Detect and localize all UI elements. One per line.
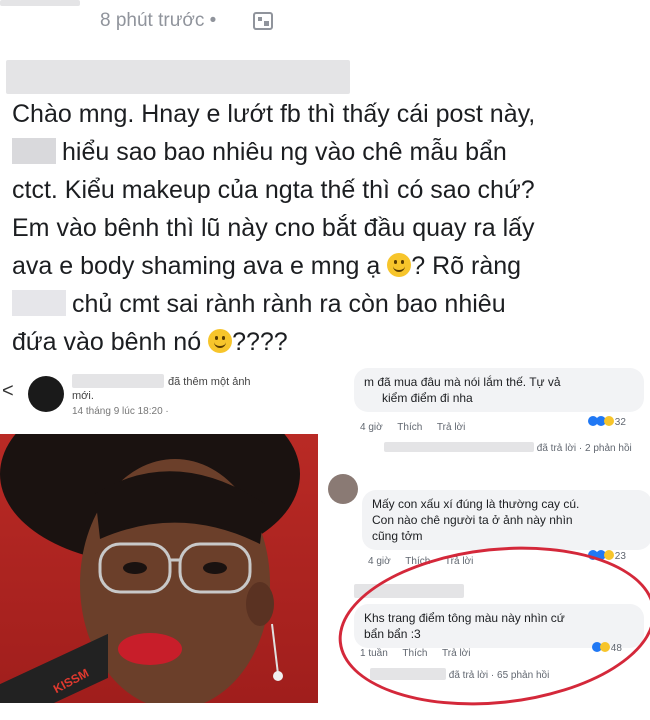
embedded-post-screenshot: < đã thêm một ảnh mới. 14 tháng 9 lúc 18… — [0, 362, 318, 703]
replies-link-1[interactable]: đã trả lời · 2 phản hồi — [384, 442, 632, 454]
comment-bubble-1: m đã mua đâu mà nói lắm thế. Tự vả kiểm … — [354, 368, 644, 412]
shot-action-text-2: mới. — [72, 390, 94, 402]
post-line-5: ava e body shaming ava e mng ạ ? Rõ ràng — [12, 252, 522, 280]
shot-action-text: đã thêm một ảnh — [168, 376, 251, 388]
comment-meta-1: 4 giờ Thích Trả lời — [360, 422, 477, 433]
comment-text: Con nào chê người ta ở ảnh này nhìn — [372, 513, 573, 527]
post-line-7: đứa vào bênh nó ???? — [12, 328, 288, 356]
post-line-6: chủ cmt sai rành rành ra còn bao nhiêu — [12, 285, 642, 323]
comment-time: 4 giờ — [360, 422, 383, 433]
comment-text: Mấy con xấu xí đúng là thường cay cú. — [372, 497, 580, 511]
smiley-emoji-icon — [387, 253, 412, 277]
post-text: Chào mng. Hnay e lướt fb thì thấy cái po… — [12, 95, 642, 361]
post-line-3: ctct. Kiểu makeup của ngta thế thì có sa… — [12, 176, 535, 204]
post-line-4: Em vào bênh thì lũ này cno bắt đầu quay … — [12, 214, 535, 242]
comment-bubble-2: Mấy con xấu xí đúng là thường cay cú. Co… — [362, 490, 650, 550]
smiley-emoji-icon — [208, 329, 233, 353]
back-arrow-icon[interactable]: < — [2, 380, 14, 403]
reply-link[interactable]: Trả lời — [437, 422, 465, 433]
post-line-1: Chào mng. Hnay e lướt fb thì thấy cái po… — [12, 100, 536, 128]
redacted-word — [12, 290, 66, 316]
comment-text: m đã mua đâu mà nói lắm thế. Tự vả — [364, 375, 561, 389]
post-header: 8 phút trước • — [0, 0, 650, 40]
shot-timestamp: 14 tháng 9 lúc 18:20 · — [72, 406, 169, 417]
comment-text: cũng tởm — [372, 529, 423, 543]
redacted-line — [6, 60, 350, 94]
comment-time: 4 giờ — [368, 556, 391, 567]
post-line-2: hiểu sao bao nhiêu ng vào chê mẫu bẩn — [12, 133, 642, 171]
redacted-name — [0, 0, 80, 6]
avatar — [328, 474, 358, 504]
image-icon — [253, 12, 273, 30]
redacted-word — [12, 138, 56, 164]
post-photo[interactable]: KISSM — [0, 434, 318, 703]
reaction-count-1[interactable]: 32 — [588, 416, 626, 428]
post-timestamp[interactable]: 8 phút trước • — [100, 10, 216, 32]
like-link[interactable]: Thích — [397, 422, 422, 433]
comment-text: kiểm điểm đi nha — [382, 391, 473, 405]
redacted-name — [72, 374, 164, 388]
avatar — [28, 376, 64, 412]
